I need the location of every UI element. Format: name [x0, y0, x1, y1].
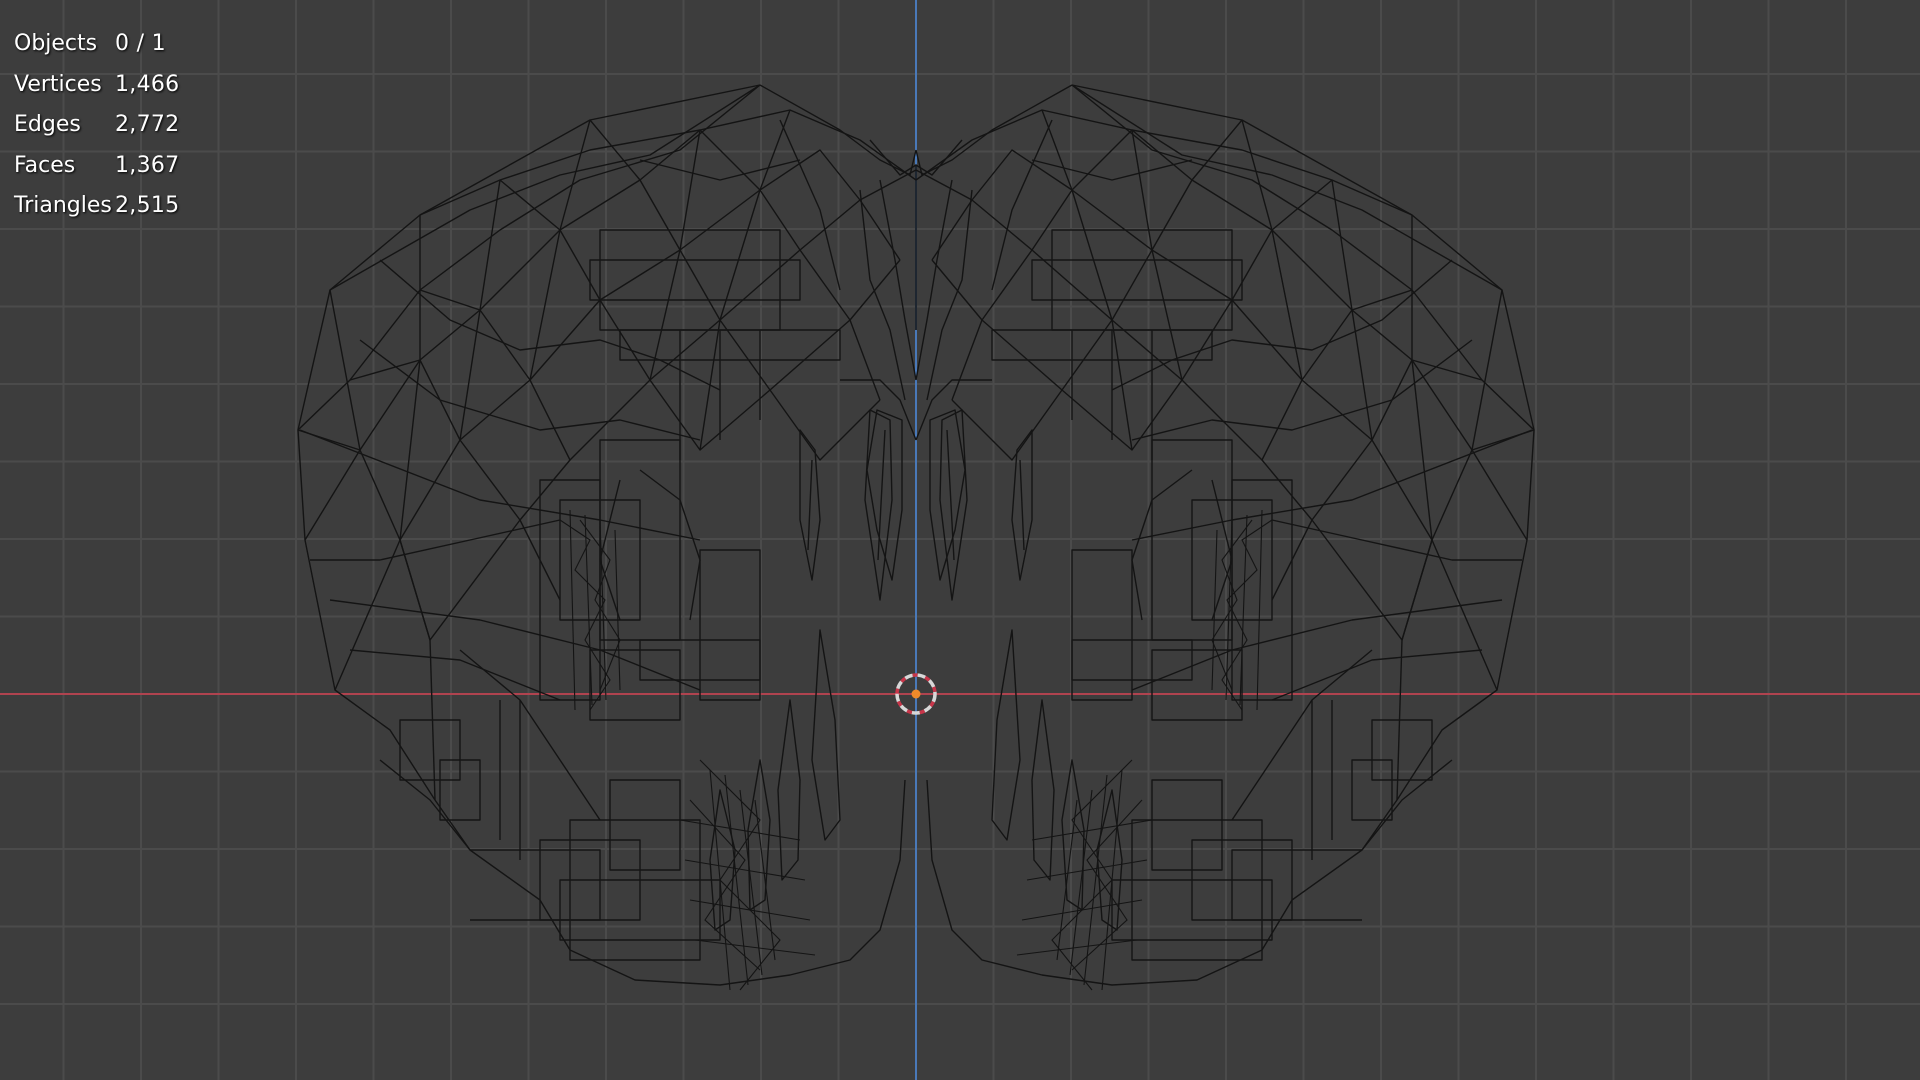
viewport-grid: [0, 0, 1920, 1080]
skull-wireframe-right-half: [866, 84, 1535, 991]
skull-wireframe-left-half: [297, 84, 966, 991]
stat-row-objects: Objects 0 / 1: [14, 24, 179, 65]
stat-label: Faces: [14, 152, 76, 178]
stat-value: 2,515: [115, 193, 180, 218]
stat-label: Edges: [14, 112, 81, 137]
stat-row-vertices: Vertices 1,466: [14, 65, 179, 106]
stat-label: Triangles: [14, 193, 112, 218]
stat-label: Objects: [14, 31, 98, 56]
stat-label: Vertices: [14, 71, 102, 97]
viewport-canvas[interactable]: [0, 0, 1920, 1080]
scene-statistics-overlay: Objects 0 / 1 Vertices 1,466 Edges 2,772 Faces…: [14, 24, 179, 227]
stat-value: 0 / 1: [115, 31, 166, 56]
stat-row-faces: Faces 1,367: [14, 146, 179, 187]
stat-value: 1,367: [115, 152, 180, 178]
stat-value: 2,772: [115, 112, 180, 137]
stat-row-triangles: Triangles 2,515: [14, 186, 179, 227]
3d-viewport[interactable]: Objects 0 / 1 Vertices 1,466 Edges 2,772 Faces…: [0, 0, 1920, 1080]
stat-value: 1,466: [115, 71, 180, 97]
stat-row-edges: Edges 2,772: [14, 105, 179, 146]
origin-dot: [911, 689, 921, 699]
